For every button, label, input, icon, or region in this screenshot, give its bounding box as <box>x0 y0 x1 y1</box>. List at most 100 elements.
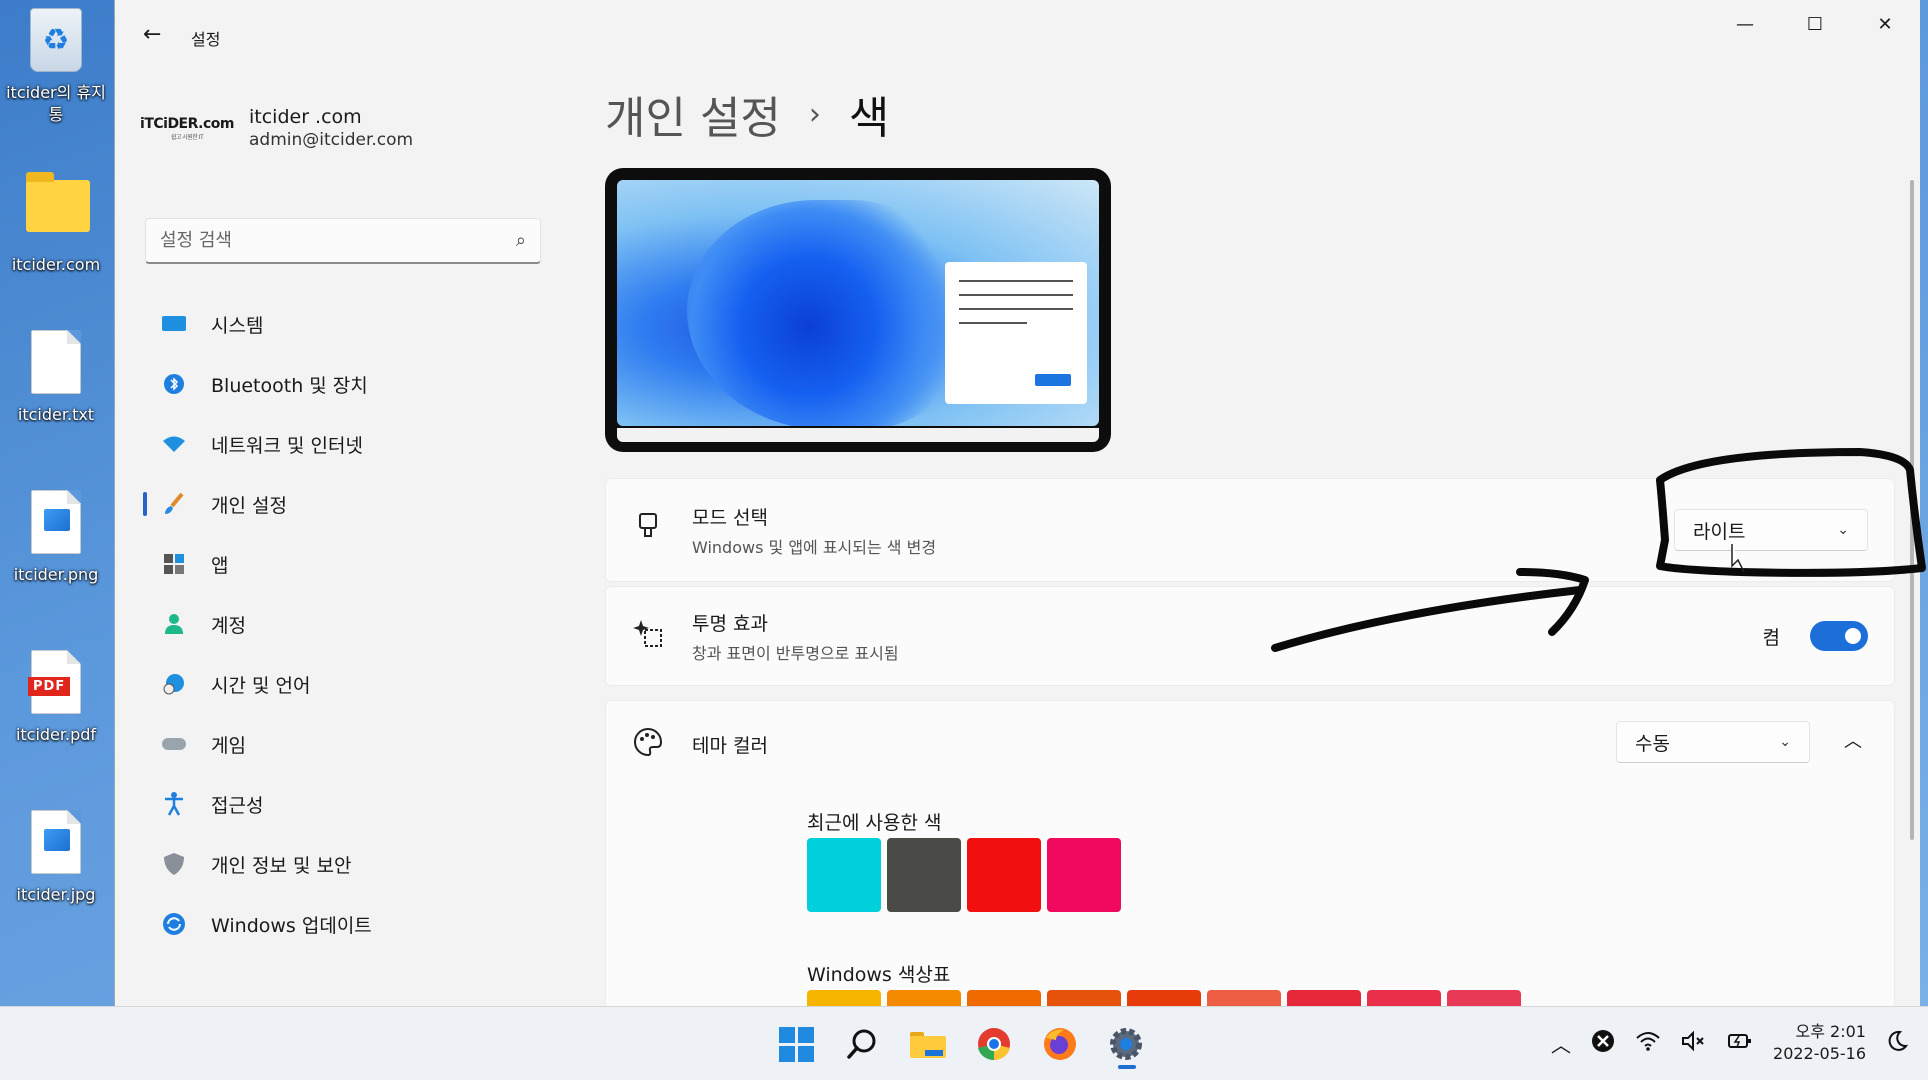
monitor-icon <box>159 309 189 339</box>
minimize-button[interactable]: — <box>1710 0 1780 48</box>
palette-label: Windows 색상표 <box>807 964 951 986</box>
sidebar-item-accounts[interactable]: 계정 <box>143 594 547 654</box>
palette-swatch[interactable] <box>1207 990 1281 1006</box>
desktop-icon-png[interactable]: itcider.png <box>6 490 106 586</box>
desktop-icon-recycle-bin[interactable]: ♻ itcider의 휴지통 <box>6 8 106 126</box>
search-icon <box>847 1029 876 1059</box>
start-button[interactable] <box>770 1019 822 1069</box>
transparency-setting: 투명 효과 창과 표면이 반투명으로 표시됨 켬 <box>605 586 1895 686</box>
mode-dropdown[interactable]: 라이트 ⌄ <box>1674 509 1868 551</box>
color-swatch[interactable] <box>967 838 1041 912</box>
scrollbar[interactable] <box>1910 180 1914 840</box>
accent-dropdown[interactable]: 수동 ⌄ <box>1616 721 1810 763</box>
desktop-icon-label: itcider.png <box>13 565 99 584</box>
preview-window <box>945 262 1087 404</box>
recent-colors-label: 최근에 사용한 색 <box>807 812 942 834</box>
palette-swatch[interactable] <box>1367 990 1441 1006</box>
desktop-icon-label: itcider.jpg <box>16 885 96 904</box>
palette-swatch[interactable] <box>1127 990 1201 1006</box>
desktop-icon-folder[interactable]: itcider.com <box>6 170 106 276</box>
profile-name: itcider .com <box>249 106 362 128</box>
sidebar-item-apps[interactable]: 앱 <box>143 534 547 594</box>
transparency-toggle[interactable] <box>1810 621 1868 651</box>
close-circle-icon[interactable] <box>1591 1029 1615 1058</box>
sidebar-item-network[interactable]: 네트워크 및 인터넷 <box>143 414 547 474</box>
folder-icon <box>910 1032 946 1058</box>
wifi-icon <box>159 429 189 459</box>
clock[interactable]: 오후 2:01 2022-05-16 <box>1773 1021 1866 1065</box>
image-file-icon <box>31 810 81 874</box>
sidebar-item-system[interactable]: 시스템 <box>143 294 547 354</box>
settings-window: — ☐ ✕ ← 설정 iTCiDER.com 쉽고 시원한 IT itcider… <box>114 0 1920 1010</box>
color-swatch[interactable] <box>887 838 961 912</box>
sidebar-item-privacy[interactable]: 개인 정보 및 보안 <box>143 834 547 894</box>
avatar: iTCiDER.com 쉽고 시원한 IT <box>140 115 234 141</box>
sidebar-item-label: 앱 <box>211 554 229 577</box>
desktop-icon-label: itcider.txt <box>17 405 95 424</box>
transparency-subtitle: 창과 표면이 반투명으로 표시됨 <box>692 643 899 663</box>
image-file-icon <box>31 490 81 554</box>
accent-title: 테마 컬러 <box>692 735 768 757</box>
sidebar-item-accessibility[interactable]: 접근성 <box>143 774 547 834</box>
sidebar-item-windows-update[interactable]: Windows 업데이트 <box>143 894 547 954</box>
color-swatch[interactable] <box>1047 838 1121 912</box>
palette-swatch[interactable] <box>887 990 961 1006</box>
chrome-button[interactable] <box>968 1019 1020 1069</box>
accessibility-icon <box>159 789 189 819</box>
mode-subtitle: Windows 및 앱에 표시되는 색 변경 <box>692 537 937 557</box>
sidebar-item-time-language[interactable]: 시간 및 언어 <box>143 654 547 714</box>
back-arrow-icon[interactable]: ← <box>143 22 161 47</box>
speaker-muted-icon[interactable] <box>1681 1030 1707 1057</box>
search-icon[interactable]: ⌕ <box>516 230 526 251</box>
palette-swatch[interactable] <box>967 990 1041 1006</box>
sidebar-item-gaming[interactable]: 게임 <box>143 714 547 774</box>
sidebar-item-label: 개인 정보 및 보안 <box>211 854 352 877</box>
sidebar-item-label: 접근성 <box>211 794 264 817</box>
app-title: 설정 <box>191 30 221 49</box>
window-controls: — ☐ ✕ <box>1710 0 1920 48</box>
palette-swatch[interactable] <box>807 990 881 1006</box>
sidebar-item-personalization[interactable]: 개인 설정 <box>143 474 547 534</box>
profile-email: admin@itcider.com <box>249 130 414 150</box>
search-button[interactable] <box>836 1019 888 1069</box>
settings-button[interactable] <box>1100 1019 1152 1069</box>
sparkle-icon <box>632 618 664 654</box>
palette-swatch[interactable] <box>1287 990 1361 1006</box>
desktop-icon-txt[interactable]: itcider.txt <box>6 330 106 426</box>
battery-icon[interactable] <box>1727 1030 1753 1057</box>
palette-swatch[interactable] <box>1447 990 1521 1006</box>
close-button[interactable]: ✕ <box>1850 0 1920 48</box>
search-input[interactable] <box>160 230 516 251</box>
file-explorer-button[interactable] <box>902 1019 954 1069</box>
chevron-up-icon[interactable]: ︿ <box>1838 727 1868 753</box>
mode-dropdown-value: 라이트 <box>1693 520 1746 543</box>
folder-icon <box>26 172 90 232</box>
palette-icon <box>632 727 664 763</box>
maximize-button[interactable]: ☐ <box>1780 0 1850 48</box>
desktop-icon-pdf[interactable]: PDF itcider.pdf <box>6 650 106 746</box>
moon-icon[interactable] <box>1886 1030 1909 1057</box>
firefox-button[interactable] <box>1034 1019 1086 1069</box>
sidebar-item-label: Bluetooth 및 장치 <box>211 374 368 397</box>
firefox-icon <box>1044 1028 1076 1060</box>
palette-swatch[interactable] <box>1047 990 1121 1006</box>
mode-title: 모드 선택 <box>692 506 768 529</box>
sidebar-item-label: 게임 <box>211 734 246 757</box>
wifi-icon[interactable] <box>1635 1030 1661 1057</box>
clock-time: 오후 2:01 <box>1795 1022 1866 1041</box>
windows-logo-icon <box>778 1026 814 1062</box>
accent-color-setting: 테마 컬러 수동 ⌄ ︿ <box>605 700 1895 1010</box>
sidebar-item-label: 네트워크 및 인터넷 <box>211 434 363 457</box>
chevron-up-icon[interactable]: ︿ <box>1551 1029 1571 1058</box>
breadcrumb-parent[interactable]: 개인 설정 <box>605 82 781 146</box>
gamepad-icon <box>159 729 189 759</box>
pdf-file-icon: PDF <box>28 650 81 714</box>
user-profile[interactable]: iTCiDER.com 쉽고 시원한 IT itcider .com admin… <box>140 106 414 150</box>
sidebar-item-label: 시간 및 언어 <box>211 674 311 697</box>
sidebar-item-bluetooth[interactable]: Bluetooth 및 장치 <box>143 354 547 414</box>
desktop-icon-jpg[interactable]: itcider.jpg <box>6 810 106 906</box>
apps-icon <box>159 549 189 579</box>
color-swatch[interactable] <box>807 838 881 912</box>
system-tray: ︿ 오후 2:01 2022-05-16 <box>1551 1021 1909 1065</box>
recent-colors <box>807 838 1121 912</box>
